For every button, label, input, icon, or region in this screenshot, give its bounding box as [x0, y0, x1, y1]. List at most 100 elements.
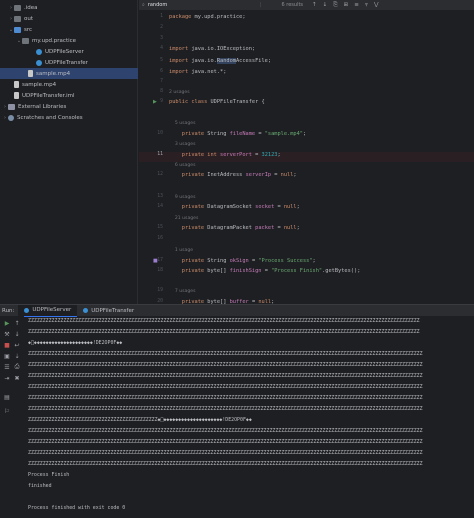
tree-item[interactable]: sample.mp4 — [0, 79, 138, 90]
line-number: 19 — [157, 288, 163, 293]
stop-icon[interactable]: ■ — [2, 340, 12, 350]
console-line: ZZZZZZZZZZZZZZZZZZZZZZZZZZZZZZZZZZZZZZZZ… — [28, 318, 420, 324]
exit-icon[interactable]: ⇥ — [2, 373, 12, 383]
code-token: null — [283, 204, 297, 210]
tree-item-label: sample.mp4 — [36, 70, 71, 77]
select-all-button[interactable]: ⊞ — [344, 2, 349, 8]
print-icon[interactable]: ⎙ — [12, 362, 22, 372]
code-token: serverPort — [220, 152, 252, 158]
usages-hint: 1 usage — [169, 247, 193, 253]
line-number: 7 — [160, 79, 163, 84]
run-tabs: UDPFileServer UDPFileTransfer — [18, 304, 140, 317]
code-token: InetAddress — [207, 172, 246, 178]
bookmark-icon[interactable]: ■ — [153, 258, 158, 264]
tree-item-label: src — [24, 26, 33, 33]
tree-item[interactable]: UDPFileTransfer — [0, 57, 138, 68]
scroll-down-icon[interactable]: ↓ — [12, 329, 22, 339]
tree-item[interactable]: › .idea — [0, 2, 138, 13]
previous-occurrence-button[interactable]: ↑ — [312, 2, 317, 8]
folder-icon — [14, 15, 21, 22]
code-token: Random — [216, 58, 236, 64]
code-token: String — [207, 131, 230, 137]
code-token: private — [169, 204, 208, 210]
tree-item[interactable]: › out — [0, 13, 138, 24]
java-class-icon — [24, 307, 30, 313]
code-token: = — [255, 131, 265, 137]
code-token: socket — [255, 204, 275, 210]
dump-icon[interactable]: ☰ — [2, 362, 12, 372]
tree-item[interactable]: ⌄ src — [0, 24, 138, 35]
filter-button[interactable]: ⎘ — [333, 2, 337, 8]
code-editor[interactable]: ⌕ random | 6 results ↑ ↓ ⎘ ⊞ ≡ ⫧ ⋁ 1 2 3 4 5 6 7 8 9 10… — [139, 0, 474, 305]
console-output[interactable]: ZZZZZZZZZZZZZZZZZZZZZZZZZZZZZZZZZZZZZZZZ… — [28, 318, 474, 518]
search-input[interactable]: random — [148, 2, 258, 8]
code-token: java.io.IOException; — [191, 46, 256, 52]
search-icon[interactable]: ⌕ — [142, 2, 145, 8]
scroll-up-icon[interactable]: ↑ — [12, 318, 22, 328]
console-line: ZZZZZZZZZZZZZZZZZZZZZZZZZZZZZZZZZZZZZZZZ… — [28, 450, 423, 456]
search-results-count: 6 results — [281, 2, 304, 8]
code-token: = — [261, 268, 272, 274]
line-number: 12 — [157, 172, 163, 177]
code-line: private byte[] finishSign = "Process Fin… — [169, 268, 361, 274]
line-number: 16 — [157, 236, 163, 241]
scroll-end-icon[interactable]: ⇣ — [12, 351, 22, 361]
code-token: packet — [255, 225, 275, 231]
run-icon[interactable]: ▶ — [2, 318, 12, 328]
code-token: null — [283, 225, 297, 231]
code-token: ; — [277, 152, 281, 158]
tree-item-label: UDPFileTransfer — [45, 59, 88, 66]
tree-item[interactable]: › Scratches and Consoles — [0, 112, 138, 123]
soft-wrap-icon[interactable]: ↩ — [12, 340, 22, 350]
layout-icon[interactable]: ▤ — [2, 392, 12, 402]
camera-icon[interactable]: ▣ — [2, 351, 12, 361]
match-case-button[interactable]: ≡ — [354, 2, 359, 8]
code-line: private DatagramSocket socket = null; — [169, 204, 300, 210]
tree-item[interactable]: UDPFileServer — [0, 46, 138, 57]
close-button[interactable]: ⫧ — [365, 2, 368, 8]
tree-item-label: out — [24, 15, 34, 22]
tree-item[interactable]: sample.mp4 — [0, 68, 138, 79]
code-token: ; — [296, 204, 300, 210]
code-token: = — [271, 172, 281, 178]
usages-hint: 2 usages — [169, 89, 190, 95]
run-tab[interactable]: UDPFileTransfer — [77, 305, 140, 317]
code-line: import java.io.RandomAccessFile; — [169, 58, 271, 64]
console-line: Process finished with exit code 0 — [28, 505, 126, 511]
code-token: private int — [169, 152, 221, 158]
console-line: ZZZZZZZZZZZZZZZZZZZZZZZZZZZZZZZZZZZZZZZZ… — [28, 395, 423, 401]
code-token: import — [169, 69, 192, 75]
code-line: private String okSign = "Process Success… — [169, 258, 316, 264]
code-token: .getBytes(); — [322, 268, 361, 274]
java-class-icon — [83, 308, 89, 313]
console-line: ZZZZZZZZZZZZZZZZZZZZZZZZZZZZZZZZZZZZZZZZ… — [28, 351, 423, 357]
pin-icon[interactable]: ⚐ — [2, 406, 12, 416]
tree-item[interactable]: › External Libraries — [0, 101, 138, 112]
run-gutter-icon[interactable]: ▶ — [153, 99, 157, 105]
usages-hint: 6 usages — [169, 162, 196, 168]
code-token: private — [169, 131, 208, 137]
line-number: 3 — [160, 36, 163, 41]
trash-icon[interactable]: ✖ — [12, 373, 22, 383]
line-number: 8 — [160, 89, 163, 94]
expand-button[interactable]: ⋁ — [374, 2, 379, 8]
wrench-icon[interactable]: ⚒ — [2, 329, 12, 339]
run-tab[interactable]: UDPFileServer — [18, 304, 78, 317]
tree-item-label: .idea — [24, 4, 38, 11]
find-bar-buttons: ↑ ↓ ⎘ ⊞ ≡ ⫧ ⋁ — [309, 2, 381, 9]
tree-item[interactable]: UDPFileTransfer.iml — [0, 90, 138, 101]
code-token: ; — [312, 258, 316, 264]
code-token: package — [169, 14, 195, 20]
code-token: ; — [302, 131, 307, 137]
code-line: public class UDPFileTransfer { — [169, 99, 265, 105]
tree-item-label: UDPFileTransfer.iml — [22, 92, 75, 99]
tree-item[interactable]: ⌄ my.upd.practice — [0, 35, 138, 46]
run-label: Run: — [2, 307, 15, 314]
folder-icon — [14, 4, 21, 11]
line-number: 18 — [157, 268, 163, 273]
console-line: ZZZZZZZZZZZZZZZZZZZZZZZZZZZZZZZZZZZZZZZZ… — [28, 362, 423, 368]
code-token: AccessFile; — [235, 58, 272, 64]
code-area[interactable]: package my.upd.practice; import java.io.I… — [169, 10, 474, 305]
code-line: import java.io.IOException; — [169, 46, 255, 52]
next-occurrence-button[interactable]: ↓ — [323, 2, 328, 8]
